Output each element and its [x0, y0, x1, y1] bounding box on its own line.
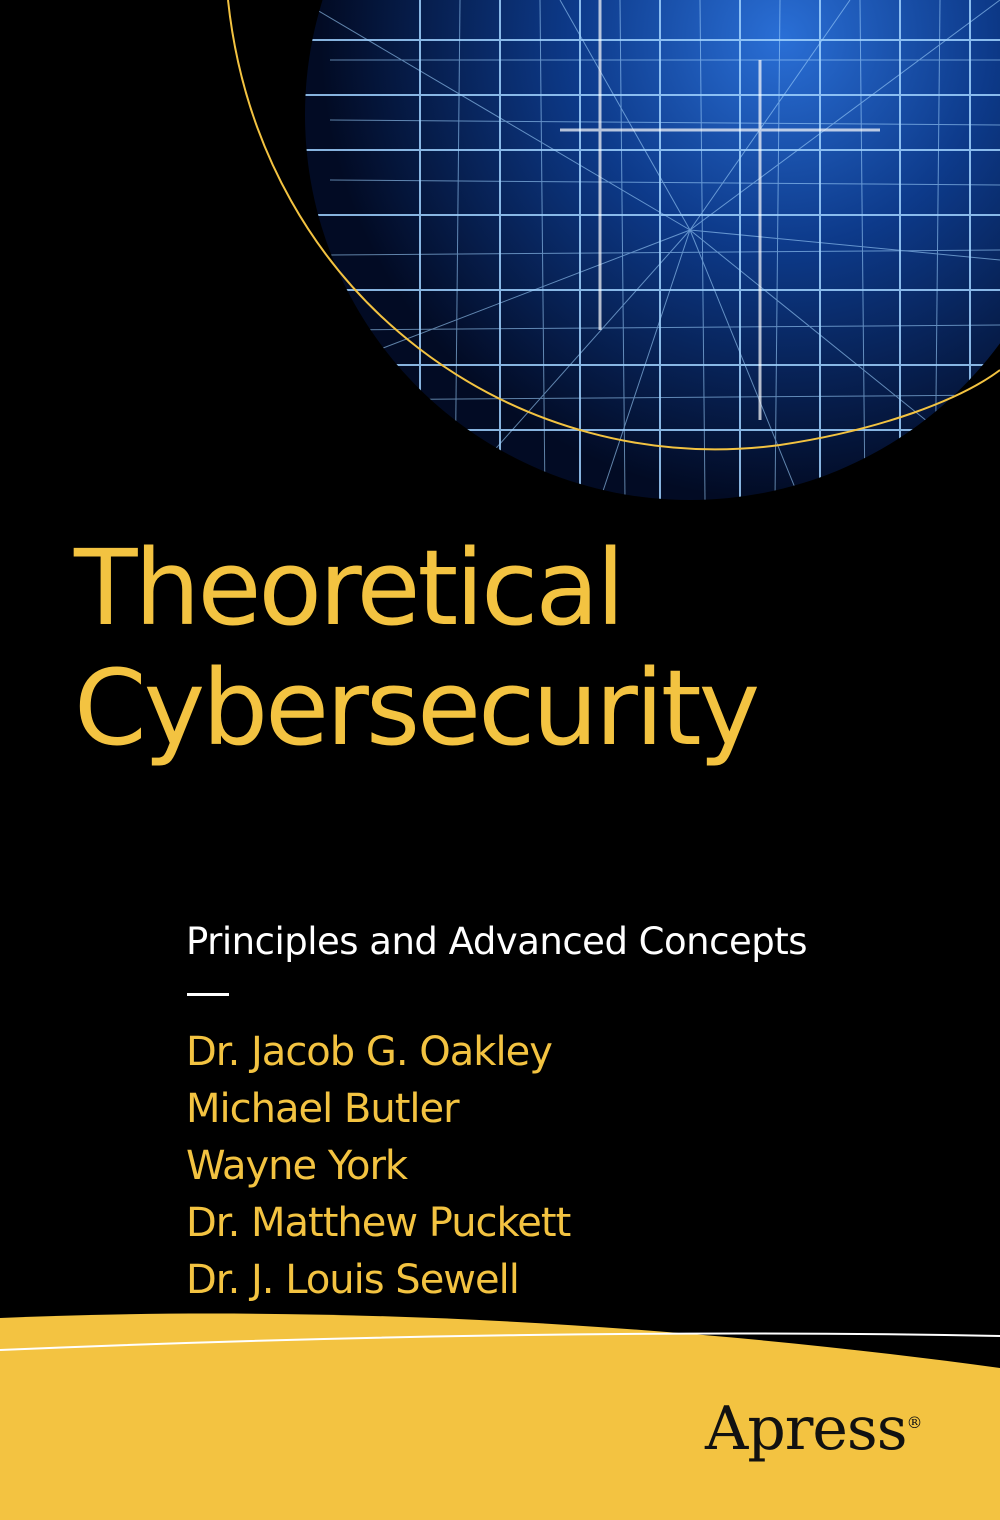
author-list: Dr. Jacob G. Oakley Michael Butler Wayne…: [186, 1024, 571, 1309]
abstract-grid-circle-image: [305, 0, 1000, 500]
book-title-line-2: Cybersecurity: [74, 647, 760, 769]
author-name: Dr. Jacob G. Oakley: [186, 1029, 553, 1075]
publisher-name: Apress: [705, 1394, 908, 1464]
author-name: Dr. Matthew Puckett: [186, 1200, 571, 1246]
apress-logo: Apress®: [705, 1388, 923, 1464]
author-name: Wayne York: [186, 1143, 408, 1189]
separator-dash: [187, 993, 229, 996]
author-name: Dr. J. Louis Sewell: [186, 1257, 520, 1303]
author-name: Michael Butler: [186, 1086, 460, 1132]
book-title-line-1: Theoretical: [74, 527, 625, 649]
book-title: Theoretical Cybersecurity: [74, 527, 760, 769]
registered-mark: ®: [906, 1413, 923, 1432]
book-cover: Theoretical Cybersecurity Principles and…: [0, 0, 1000, 1520]
book-subtitle: Principles and Advanced Concepts: [186, 920, 808, 963]
